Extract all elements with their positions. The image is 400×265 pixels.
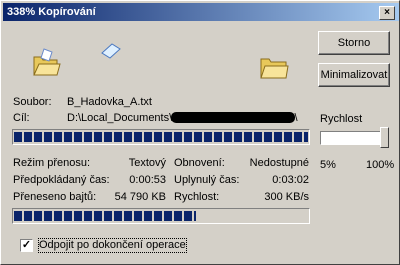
elapsed-time-label: Uplynulý čas: [174,174,240,186]
redacted-block [171,112,295,123]
close-icon: × [384,7,390,18]
window-title: 338% Kopírování [7,6,96,18]
title-bar: 338% Kopírování × [3,3,399,21]
close-button[interactable]: × [379,6,395,20]
transferred-bytes-label: Přeneseno bajtů: [13,191,97,203]
speed-label: Rychlost [320,113,362,126]
transfer-mode-value: Textový [128,157,166,169]
minimize-button-label: Minimalizovat [320,69,388,81]
file-progress-bar [12,129,310,145]
elapsed-time-value: 0:03:02 [272,174,309,186]
destination-path-end: s\ [289,112,298,124]
file-progress-fill [14,132,308,142]
speed-label-text: Rychlost [320,113,363,125]
transferred-bytes-value: 54 790 KB [114,191,166,203]
rate-label: Rychlost: [174,191,220,203]
rate-value: 300 KB/s [264,191,309,203]
total-progress-fill [14,211,197,221]
source-file: B_Hadovka_A.txt [67,96,152,108]
refresh-value: Nedostupné [249,157,309,169]
transfer-mode-label: Režim přenosu: [13,157,91,169]
folder-open-icon [33,48,61,76]
disconnect-checkbox[interactable]: ✓ [20,239,33,252]
check-icon: ✓ [21,239,32,251]
estimated-time-value: 0:00:53 [129,174,166,186]
paper-icon [101,43,121,59]
speed-slider-track[interactable] [320,131,384,145]
destination-path-start: D:\Local_Documents\ [67,112,173,124]
speed-min-label: 5% [320,159,336,171]
speed-slider-thumb[interactable] [380,127,389,148]
minimize-button[interactable]: Minimalizovat [318,63,390,87]
estimated-time-label: Předpokládaný čas: [13,174,110,186]
cancel-button[interactable]: Storno [318,31,390,55]
total-progress-bar [12,208,310,224]
copy-dialog: 338% Kopírování × Storno Minimalizovat S… [0,0,400,265]
source-label: Soubor: [13,96,52,108]
disconnect-label[interactable]: Odpojit po dokončení operace [38,238,187,253]
destination-label: Cíl: [13,112,30,124]
folder-icon [260,58,289,79]
refresh-label: Obnovení: [174,157,225,169]
speed-max-label: 100% [366,159,395,171]
